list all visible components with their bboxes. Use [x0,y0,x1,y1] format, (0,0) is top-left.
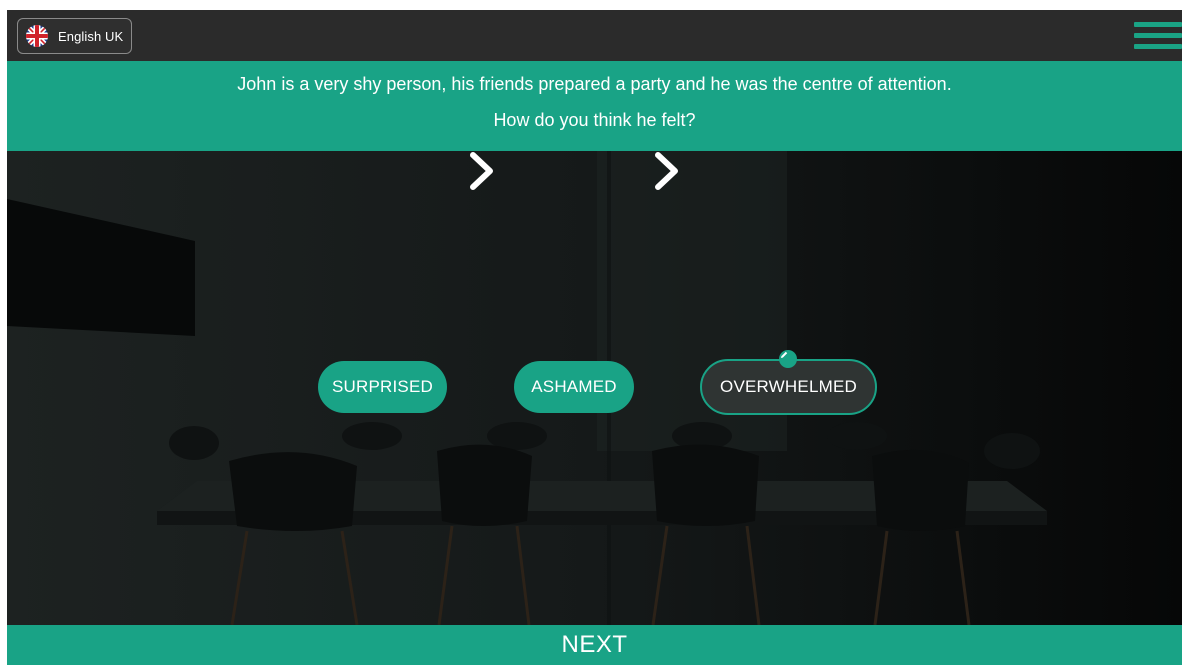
question-prompt: How do you think he felt? [493,110,696,130]
emotion-chip-surprised[interactable]: SURPRISED [318,361,447,413]
emotion-chip-ashamed[interactable]: ASHAMED [514,361,634,413]
hamburger-menu-icon[interactable] [1134,22,1182,50]
question-text: John is a very shy person, his friends p… [237,74,952,94]
language-selector-button[interactable]: English UK [17,18,132,54]
app-frame: English UK John is a very shy person, hi… [7,10,1182,665]
background-scene: SURPRISED ASHAMED OVERWHELMED [7,151,1182,625]
top-bar: English UK [7,10,1182,61]
uk-flag-icon [26,25,48,47]
pencil-icon[interactable] [779,350,797,368]
question-banner: John is a very shy person, his friends p… [7,61,1182,151]
chevron-right-icon [470,152,493,190]
next-button[interactable]: NEXT [7,625,1182,665]
chevron-right-icon [655,152,678,190]
emotion-sequence: SURPRISED ASHAMED OVERWHELMED [7,151,1182,625]
language-label: English UK [58,28,124,44]
